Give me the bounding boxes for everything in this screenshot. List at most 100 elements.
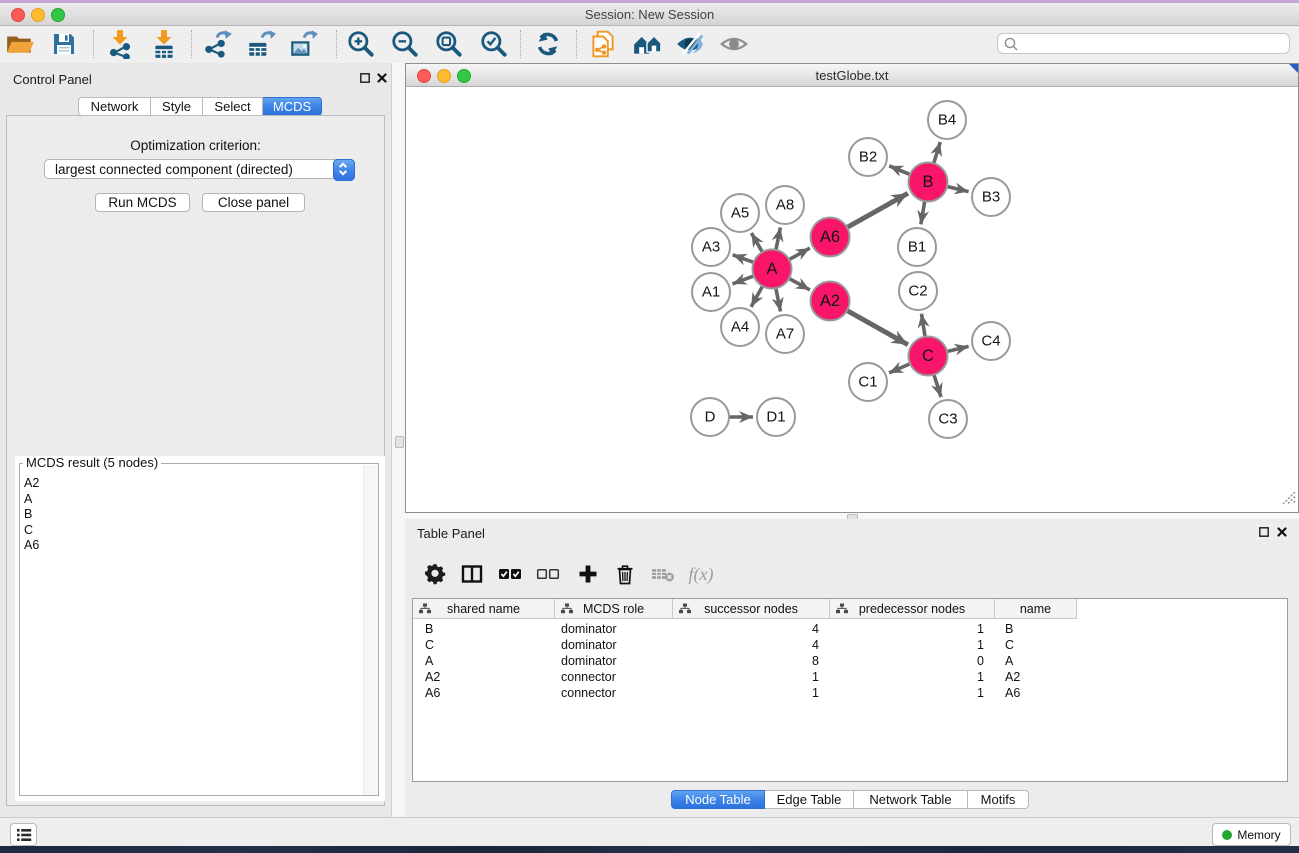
table-row[interactable]: Bdominator41B (413, 621, 1287, 637)
graph-node-label-A5: A5 (731, 205, 749, 222)
dropdown-stepper-icon (333, 159, 355, 181)
table-cell[interactable]: C (995, 637, 1077, 653)
table-cell[interactable]: 1 (673, 685, 830, 701)
tab-network-table[interactable]: Network Table (854, 790, 968, 809)
table-row[interactable]: Cdominator41C (413, 637, 1287, 653)
add-icon[interactable] (575, 561, 601, 587)
network-graph[interactable]: AA6A2BCA5A8A3A1A4A7B2B4B3B1C2C4C1C3DD1 (406, 85, 1298, 511)
table-cell[interactable]: dominator (555, 653, 673, 669)
column-header-predecessor-nodes[interactable]: predecessor nodes (830, 599, 995, 619)
split-columns-icon[interactable] (459, 561, 485, 587)
table-cell[interactable]: 1 (673, 669, 830, 685)
table-row[interactable]: Adominator80A (413, 653, 1287, 669)
table-cell[interactable]: B (413, 621, 555, 637)
export-table-icon[interactable] (245, 28, 277, 60)
result-list-scrollbar[interactable] (363, 465, 378, 795)
table-cell[interactable]: 1 (830, 685, 995, 701)
function-builder-icon: f(x) (688, 561, 714, 587)
table-rows: Bdominator41BCdominator41CAdominator80AA… (413, 621, 1287, 701)
table-cell[interactable]: 0 (830, 653, 995, 669)
control-panel: Control Panel NetworkStyleSelectMCDS Opt… (0, 63, 392, 817)
result-list-item[interactable]: A6 (24, 538, 39, 554)
export-image-icon[interactable] (287, 28, 319, 60)
show-all-networks-icon[interactable] (631, 28, 663, 60)
table-cell[interactable]: A (995, 653, 1077, 669)
column-header-MCDS-role[interactable]: MCDS role (555, 599, 673, 619)
mcds-result-list[interactable]: A2ABCA6 (24, 476, 39, 554)
run-mcds-button[interactable]: Run MCDS (95, 193, 190, 212)
tab-motifs[interactable]: Motifs (968, 790, 1029, 809)
table-cell[interactable]: A2 (995, 669, 1077, 685)
table-cell[interactable]: A6 (995, 685, 1077, 701)
memory-button[interactable]: Memory (1212, 823, 1291, 846)
zoom-selected-icon[interactable] (478, 28, 510, 60)
criterion-dropdown-value: largest connected component (directed) (55, 162, 293, 177)
table-cell[interactable]: 4 (673, 621, 830, 637)
duplicate-network-icon[interactable] (587, 28, 619, 60)
result-list-item[interactable]: A2 (24, 476, 39, 492)
table-cell[interactable]: B (995, 621, 1077, 637)
tab-style[interactable]: Style (151, 97, 203, 116)
vertical-splitter-grip[interactable] (395, 436, 404, 448)
task-history-button[interactable] (10, 823, 37, 846)
table-cell[interactable]: A2 (413, 669, 555, 685)
table-cell[interactable]: dominator (555, 621, 673, 637)
float-icon[interactable] (359, 72, 371, 84)
network-window-titlebar[interactable]: testGlobe.txt (406, 64, 1298, 87)
save-icon[interactable] (48, 28, 80, 60)
close-icon[interactable] (376, 72, 388, 84)
table-cell[interactable]: dominator (555, 637, 673, 653)
table-cell[interactable]: 1 (830, 637, 995, 653)
export-network-icon[interactable] (202, 28, 234, 60)
search-field[interactable] (997, 33, 1290, 54)
select-all-checks-icon[interactable] (497, 561, 523, 587)
close-icon[interactable] (1276, 526, 1288, 538)
result-list-item[interactable]: C (24, 523, 39, 539)
graph-node-label-B1: B1 (908, 239, 926, 256)
result-list-item[interactable]: A (24, 492, 39, 508)
tab-network[interactable]: Network (78, 97, 151, 116)
criterion-dropdown[interactable]: largest connected component (directed) (44, 159, 355, 179)
tab-mcds[interactable]: MCDS (263, 97, 322, 116)
table-cell[interactable]: 1 (830, 621, 995, 637)
table-cell[interactable]: 4 (673, 637, 830, 653)
import-table-icon[interactable] (148, 28, 180, 60)
gear-icon[interactable] (422, 561, 448, 587)
graph-node-label-D1: D1 (766, 409, 785, 426)
float-icon[interactable] (1258, 526, 1270, 538)
show-hide-icon[interactable] (718, 28, 750, 60)
table-cell[interactable]: connector (555, 685, 673, 701)
table-row[interactable]: A6connector11A6 (413, 685, 1287, 701)
graph-node-label-B2: B2 (859, 149, 877, 166)
zoom-out-icon[interactable] (389, 28, 421, 60)
column-header-shared-name[interactable]: shared name (413, 599, 555, 619)
clear-all-checks-icon[interactable] (535, 561, 561, 587)
table-cell[interactable]: A (413, 653, 555, 669)
tab-edge-table[interactable]: Edge Table (765, 790, 854, 809)
optimization-criterion-label: Optimization criterion: (7, 138, 384, 153)
open-icon[interactable] (4, 28, 36, 60)
task-list-icon (16, 828, 32, 842)
vizmapper-icon[interactable] (674, 28, 706, 60)
result-list-item[interactable]: B (24, 507, 39, 523)
table-row[interactable]: A2connector11A2 (413, 669, 1287, 685)
close-panel-button[interactable]: Close panel (202, 193, 305, 212)
network-window-title: testGlobe.txt (406, 68, 1298, 83)
table-cell[interactable]: 8 (673, 653, 830, 669)
delete-icon[interactable] (612, 561, 638, 587)
column-type-icon (679, 603, 691, 617)
table-cell[interactable]: C (413, 637, 555, 653)
refresh-icon[interactable] (532, 28, 564, 60)
import-network-icon[interactable] (104, 28, 136, 60)
column-header-name[interactable]: name (995, 599, 1077, 619)
zoom-fit-icon[interactable] (433, 28, 465, 60)
table-cell[interactable]: connector (555, 669, 673, 685)
table-cell[interactable]: A6 (413, 685, 555, 701)
zoom-in-icon[interactable] (345, 28, 377, 60)
tab-select[interactable]: Select (203, 97, 263, 116)
table-cell[interactable]: 1 (830, 669, 995, 685)
vertical-splitter[interactable] (392, 63, 405, 817)
column-header-successor-nodes[interactable]: successor nodes (673, 599, 830, 619)
tab-node-table[interactable]: Node Table (671, 790, 765, 809)
column-type-icon (419, 603, 431, 617)
